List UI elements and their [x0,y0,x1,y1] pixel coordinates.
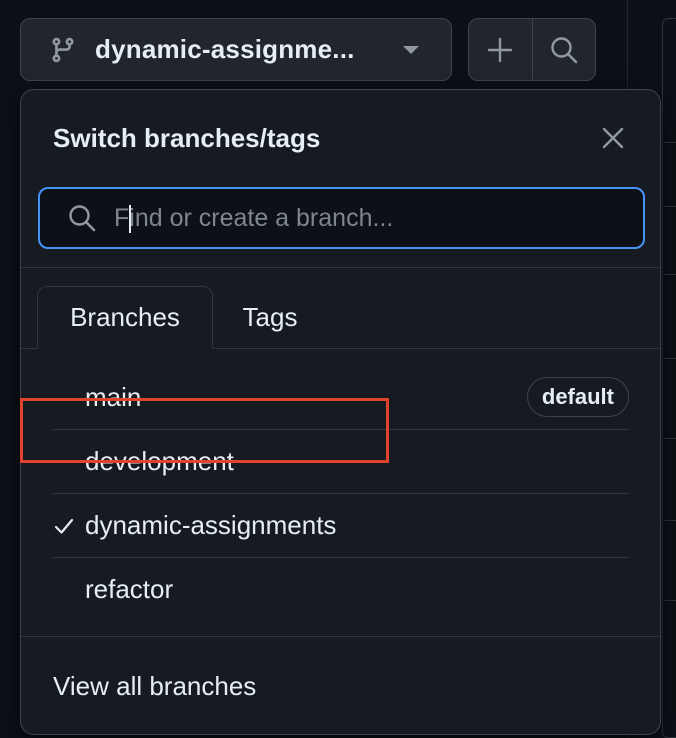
add-file-button[interactable] [469,19,532,80]
branch-item-development[interactable]: development [53,429,629,493]
dropdown-title: Switch branches/tags [53,123,321,153]
branch-item-label: refactor [85,574,174,604]
branch-action-group [468,18,596,81]
branch-search-field[interactable] [38,187,645,249]
branch-search-input[interactable] [112,202,612,234]
right-panel-row-divider [662,438,676,439]
caret-down-icon [403,46,419,54]
search-divider [21,267,659,268]
right-panel-row-divider [662,600,676,601]
git-branch-icon [49,36,77,64]
default-badge: default [526,377,629,417]
branch-item-main[interactable]: main default [53,365,629,429]
close-icon [602,127,624,149]
current-branch-name: dynamic-assignme... [95,34,355,64]
branch-list: main default development dynamic-assignm… [53,365,629,621]
right-panel-row-divider [662,142,676,143]
close-button[interactable] [595,120,631,156]
text-cursor [129,205,131,233]
tab-branches[interactable]: Branches [37,286,213,349]
branch-item-label: development [85,446,234,476]
right-panel-row-divider [662,358,676,359]
branch-item-label: dynamic-assignments [85,510,337,540]
branch-switcher-dropdown: Switch branches/tags Branches Tags main … [20,89,661,735]
view-all-branches-link[interactable]: View all branches [53,671,256,702]
plus-icon [488,37,513,62]
right-panel-row-divider [662,274,676,275]
search-icon [551,36,578,63]
footer-divider [21,636,659,637]
search-icon [66,202,98,234]
branch-item-dynamic-assignments[interactable]: dynamic-assignments [53,493,629,557]
right-side-panel [662,18,676,738]
branch-item-refactor[interactable]: refactor [53,557,629,621]
right-panel-row-divider [662,206,676,207]
search-code-button[interactable] [531,19,596,80]
right-panel-row-divider [662,520,676,521]
check-icon [54,518,74,534]
branch-select-button[interactable]: dynamic-assignme... [20,18,452,81]
tab-tags[interactable]: Tags [213,286,327,349]
branch-item-label: main [85,381,142,412]
